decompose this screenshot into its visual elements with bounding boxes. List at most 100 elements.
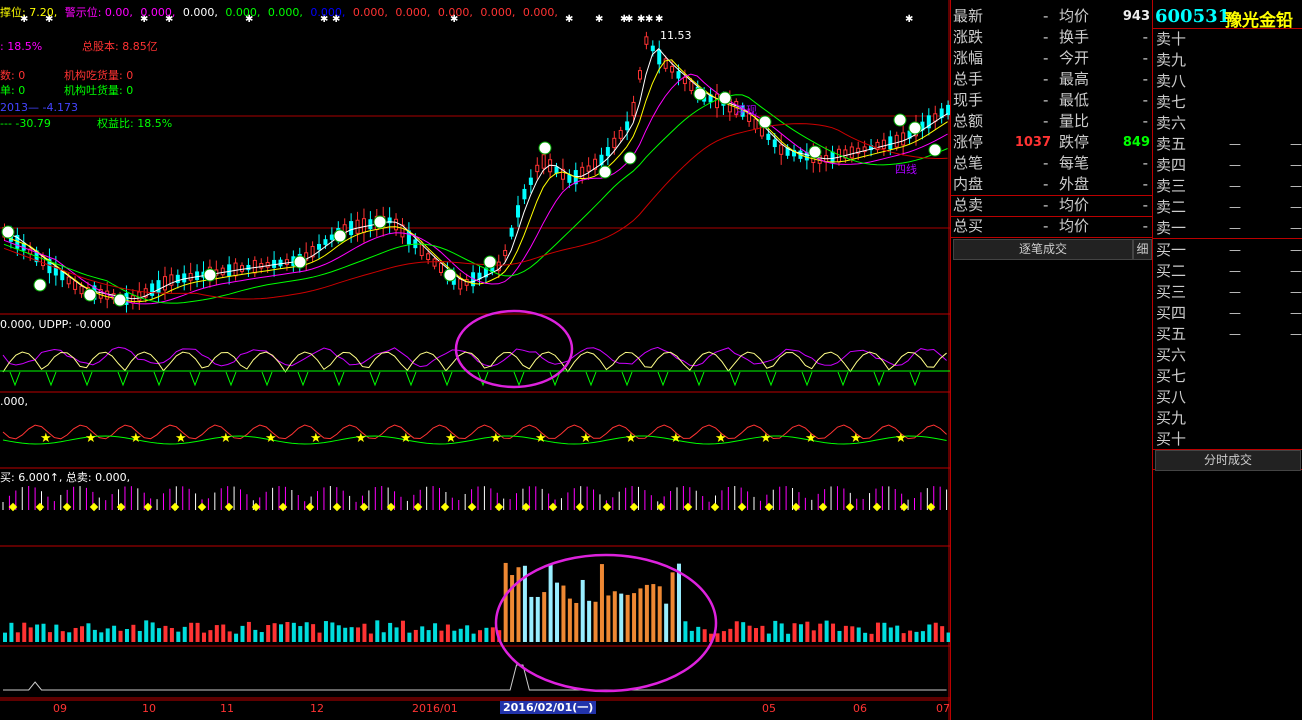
timeshare-trades-button[interactable]: 分时成交 [1155, 450, 1301, 471]
candle-body [567, 174, 572, 183]
oscillator-v-mark [693, 371, 705, 387]
book-price: — [1229, 264, 1241, 278]
signal-star: ✱ [905, 14, 913, 25]
bid-row[interactable]: 买六 [1153, 345, 1302, 366]
book-level-label: 卖十 [1156, 30, 1187, 48]
volume-bar [599, 564, 604, 642]
book-price: — [1229, 137, 1241, 151]
volume-bar [811, 630, 816, 642]
signal-marker [538, 141, 552, 155]
detail-button[interactable]: 细 [1133, 239, 1152, 260]
quote-label: 最新 [953, 7, 984, 25]
bid-row[interactable]: 买一 — — [1153, 240, 1302, 261]
oscillator-v-mark [405, 371, 417, 387]
quote-label: 换手 [1059, 28, 1090, 46]
quote-row: 总手 - 最高 - [951, 69, 1152, 90]
volume-bar [28, 627, 33, 642]
quote-value: - [1043, 7, 1049, 25]
volume-bar [169, 627, 174, 642]
ask-row[interactable]: 卖九 [1153, 50, 1302, 71]
quote-value: - [1043, 175, 1049, 193]
diamond-marker [89, 502, 99, 512]
book-volume: — [1290, 306, 1302, 320]
candle-body [605, 147, 610, 156]
oscillator-v-mark [837, 371, 849, 387]
ask-row[interactable]: 卖七 [1153, 92, 1302, 113]
volume-bar [792, 623, 797, 642]
volume-bar [940, 626, 945, 642]
volume-bar [548, 563, 553, 642]
candle-body [419, 244, 424, 257]
oscillator-v-mark [9, 371, 21, 387]
bid-row[interactable]: 买七 [1153, 366, 1302, 387]
divider [1153, 28, 1302, 29]
book-volume: — [1290, 243, 1302, 257]
candle-body [432, 258, 437, 267]
volume-bar [317, 632, 322, 642]
volume-bar [311, 624, 316, 642]
volume-bar [535, 596, 540, 642]
header-value: 0.000, [480, 6, 516, 19]
volume-bar [484, 627, 489, 642]
bid-row[interactable]: 买十 [1153, 429, 1302, 450]
volume-bar [368, 633, 373, 642]
volume-bar [542, 592, 547, 642]
bid-row[interactable]: 买五 — — [1153, 324, 1302, 345]
oscillator-line [2, 346, 947, 368]
signal-marker [893, 113, 907, 127]
stock-code: 600531 [1155, 6, 1231, 27]
quote-label: 量比 [1059, 112, 1090, 130]
ask-row[interactable]: 卖四 — — [1153, 155, 1302, 176]
diamond-marker [440, 502, 450, 512]
date-tick: 12 [310, 702, 324, 715]
bid-row[interactable]: 买三 — — [1153, 282, 1302, 303]
kline-chart-svg[interactable]: ✱ ✱ ✱ ✱ ✱ ✱ ✱ ✱ ✱ ✱ ✱ ✱ ✱ ✱ ✱✱★ ★ ★ ★ ★ ★ ★ ★ ★ ★ ★ ★ ★ ★ ★ ★ ★ ★ ★ ★ [0, 0, 950, 720]
candle-body [252, 259, 257, 274]
bid-row[interactable]: 买二 — — [1153, 261, 1302, 282]
book-price: — [1229, 200, 1241, 214]
kline-chart-area[interactable]: ✱ ✱ ✱ ✱ ✱ ✱ ✱ ✱ ✱ ✱ ✱ ✱ ✱ ✱ ✱ ✱ ★ ★ ★ ★ ★ ★ ★ ★ ★ ★ ★ ★ ★ ★ ★ ★ ★ ★ ★ ★ 撑位:… [0, 0, 950, 720]
volume-bar [837, 630, 842, 642]
volume-bar [144, 620, 149, 642]
volume-bar [92, 629, 97, 642]
diamond-marker [548, 502, 558, 512]
quote-value: - [1142, 91, 1148, 109]
volume-bar [259, 632, 264, 642]
signal-marker [928, 143, 942, 157]
divider [1153, 238, 1302, 239]
ask-row[interactable]: 卖十 [1153, 29, 1302, 50]
candle-body [522, 188, 527, 200]
volume-bar [426, 630, 431, 642]
volume-bar [41, 623, 46, 642]
ask-row[interactable]: 卖三 — — [1153, 176, 1302, 197]
ask-row[interactable]: 卖八 [1153, 71, 1302, 92]
volume-bar [908, 630, 913, 642]
volume-bar [696, 626, 701, 642]
signal-marker [33, 278, 47, 292]
volume-bar [831, 623, 836, 642]
book-volume: — [1290, 200, 1302, 214]
bid-row[interactable]: 买四 — — [1153, 303, 1302, 324]
ask-row[interactable]: 卖二 — — [1153, 197, 1302, 218]
volume-bar [567, 598, 572, 642]
candle-body [772, 139, 777, 148]
quote-value: - [1142, 154, 1148, 172]
volume-bar [336, 625, 341, 642]
volume-bar [47, 632, 52, 642]
star-signal: ★ [490, 431, 502, 446]
volume-bar [330, 622, 335, 642]
volume-bar [54, 624, 59, 642]
volume-bar [882, 622, 887, 642]
tick-trades-button[interactable]: 逐笔成交 [953, 239, 1133, 260]
volume-bar [465, 625, 470, 642]
ask-row[interactable]: 卖五 — — [1153, 134, 1302, 155]
ask-row[interactable]: 卖六 [1153, 113, 1302, 134]
oscillator-v-mark [189, 371, 201, 387]
bid-row[interactable]: 买八 [1153, 387, 1302, 408]
ratio-text: : 18.5% [0, 40, 43, 53]
quote-row: 总卖 - 均价 - [951, 195, 1152, 216]
quote-row: 最新 - 均价 943 [951, 6, 1152, 27]
volume-bar [638, 588, 643, 642]
bid-row[interactable]: 买九 [1153, 408, 1302, 429]
ask-row[interactable]: 卖一 — — [1153, 218, 1302, 239]
